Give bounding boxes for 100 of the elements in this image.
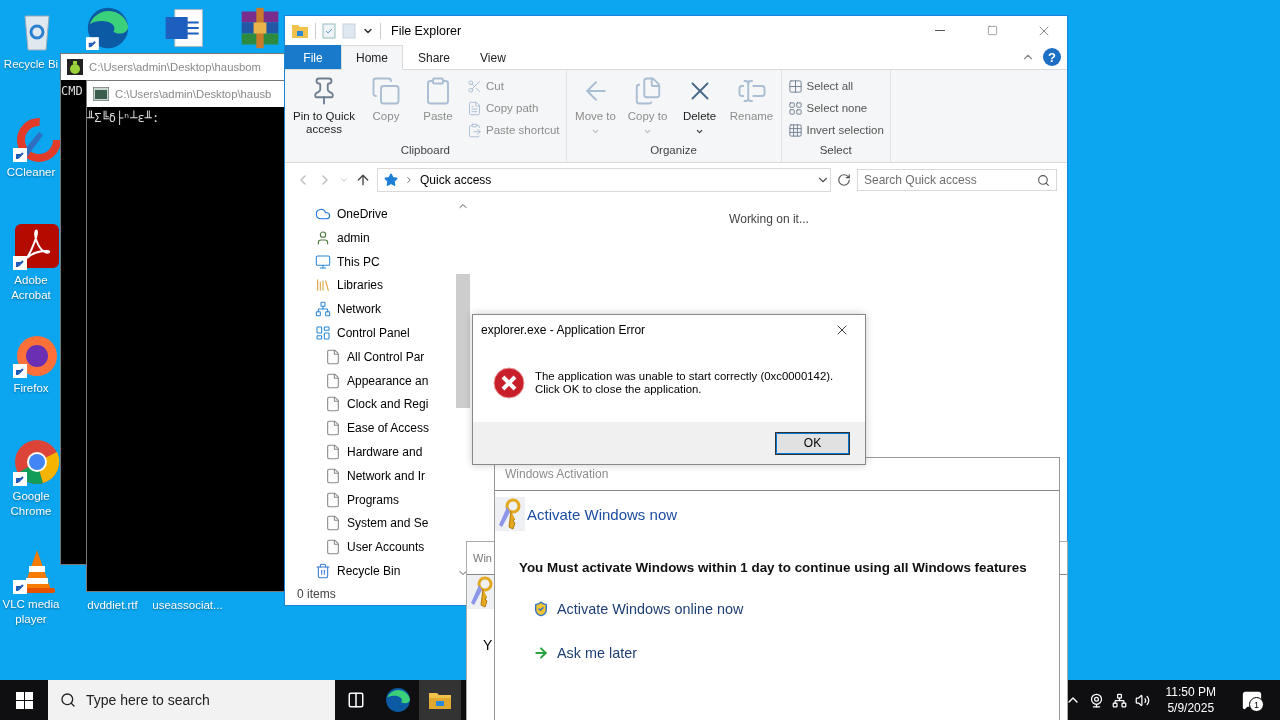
- copy-icon: [371, 76, 401, 106]
- nav-item[interactable]: OneDrive: [315, 202, 455, 226]
- nav-item[interactable]: Clock and Regi: [315, 392, 455, 417]
- user-icon: [315, 229, 331, 246]
- console-text: CMD: [61, 84, 83, 98]
- keys-icon: [467, 575, 497, 609]
- recycle-icon: [315, 563, 331, 580]
- error-message: The application was unable to start correctly (0xc0000142). Click OK to close the application.: [535, 370, 834, 396]
- search-icon[interactable]: [1037, 173, 1050, 187]
- edge-icon[interactable]: [86, 6, 130, 50]
- nav-item[interactable]: Libraries: [315, 273, 455, 298]
- clock[interactable]: 11:50 PM 5/9/2025: [1157, 684, 1224, 716]
- chevron-icon: [404, 175, 414, 185]
- nav-item[interactable]: admin: [315, 225, 455, 250]
- properties-icon[interactable]: [322, 22, 336, 39]
- nav-item[interactable]: Programs: [315, 487, 455, 512]
- minimize-icon: [935, 30, 945, 31]
- activation-heading: Activate Windows now: [527, 505, 678, 523]
- network-icon: [315, 301, 331, 318]
- nav-item[interactable]: Ease of Access: [315, 416, 455, 441]
- loading-text: Working on it...: [729, 212, 809, 226]
- page-icon: [325, 467, 341, 484]
- pc-icon: [315, 253, 331, 270]
- page-icon: [325, 348, 341, 365]
- window-title: Win: [472, 551, 492, 566]
- caret-icon: [695, 127, 704, 136]
- nav-item[interactable]: Network: [315, 297, 455, 322]
- chrome-icon[interactable]: [13, 438, 61, 486]
- nav-item[interactable]: User Accounts: [315, 535, 455, 560]
- refresh-icon[interactable]: [837, 173, 851, 187]
- file-explorer-taskbar-icon[interactable]: [419, 680, 461, 720]
- libraries-icon: [315, 277, 331, 294]
- acrobat-icon[interactable]: [13, 222, 61, 270]
- group-label: Clipboard: [399, 144, 451, 158]
- help-icon[interactable]: ?: [1043, 48, 1061, 66]
- ribbon-button[interactable]: Delete: [674, 74, 725, 144]
- notifications-button[interactable]: 1: [1232, 680, 1272, 720]
- activation-option-link[interactable]: Activate Windows online now: [557, 601, 744, 617]
- invert-icon: [787, 122, 803, 138]
- ok-button[interactable]: OK: [775, 431, 850, 455]
- console-title: C:\Users\admin\Desktop\hausbom: [89, 61, 262, 73]
- ribbon-button[interactable]: Invert selection: [785, 120, 886, 140]
- group-label: Select: [818, 144, 853, 158]
- select-all-icon: [787, 78, 803, 94]
- search-field[interactable]: Search Quick access: [857, 169, 1057, 191]
- page-icon: [325, 515, 341, 532]
- nav-item[interactable]: Recycle Bin: [315, 559, 455, 583]
- search-icon: [60, 692, 76, 708]
- nav-item[interactable]: System and Se: [315, 511, 455, 536]
- nav-item[interactable]: Network and Ir: [315, 463, 455, 488]
- page-icon: [325, 396, 341, 413]
- nav-item[interactable]: This PC: [315, 249, 455, 274]
- task-view-icon: [347, 691, 365, 709]
- network-icon[interactable]: [1111, 692, 1127, 708]
- nav-item[interactable]: Control Panel: [315, 321, 455, 345]
- ribbon-tab[interactable]: View: [465, 45, 521, 69]
- arrow-icon: [533, 645, 549, 661]
- star-icon: [384, 173, 398, 187]
- page-icon: [325, 539, 341, 556]
- console-icon: [93, 87, 109, 101]
- notification-count: 1: [1249, 697, 1264, 712]
- page-icon: [325, 491, 341, 508]
- address-bar[interactable]: Quick access: [377, 168, 831, 192]
- cut-icon: [467, 78, 482, 94]
- up-icon[interactable]: [355, 172, 371, 188]
- console-text: ╨Σ╚δ├ⁿ┴ε╨:: [87, 111, 160, 125]
- select-none-icon: [787, 100, 803, 116]
- paste-shortcut-icon: [467, 122, 482, 138]
- money-bag-icon: [67, 59, 83, 75]
- ribbon-tab[interactable]: Share: [403, 45, 466, 69]
- page-icon: [325, 372, 341, 389]
- nav-item[interactable]: Appearance an: [315, 368, 455, 393]
- volume-icon[interactable]: [1134, 692, 1150, 708]
- keys-icon: [495, 497, 525, 531]
- ribbon-tab[interactable]: Home: [341, 45, 403, 70]
- nav-item[interactable]: Hardware and: [315, 440, 455, 464]
- page-icon: [325, 420, 341, 437]
- folder-icon: [291, 22, 309, 39]
- caret-icon: [591, 127, 600, 136]
- search-input[interactable]: Search Quick access: [858, 170, 1037, 190]
- ribbon-button[interactable]: Select all: [785, 76, 886, 96]
- control-icon: [315, 324, 331, 341]
- ribbon-button[interactable]: Pin to Quick access: [289, 74, 359, 144]
- file-menu-button[interactable]: File: [285, 45, 341, 69]
- activation-text: Y: [483, 637, 493, 653]
- camera-icon[interactable]: [1088, 692, 1104, 708]
- status-text: 0 items: [297, 587, 336, 601]
- caret-icon: [643, 127, 652, 136]
- dialog-title: explorer.exe - Application Error: [481, 323, 647, 337]
- activation-message: You Must activate Windows within 1 day to continue using all Windows features: [519, 560, 1028, 575]
- nav-item[interactable]: All Control Par: [315, 344, 455, 369]
- error-icon: [493, 367, 525, 399]
- page-icon: [325, 444, 341, 461]
- shield-icon: [533, 601, 549, 617]
- ribbon-button[interactable]: Select none: [785, 98, 886, 118]
- windows-logo-icon: [15, 691, 33, 709]
- group-label: Organize: [649, 144, 698, 158]
- console-title: C:\Users\admin\Desktop\hausb: [115, 88, 272, 100]
- window-title: File Explorer: [391, 23, 462, 38]
- activation-option-link[interactable]: Ask me later: [557, 645, 637, 661]
